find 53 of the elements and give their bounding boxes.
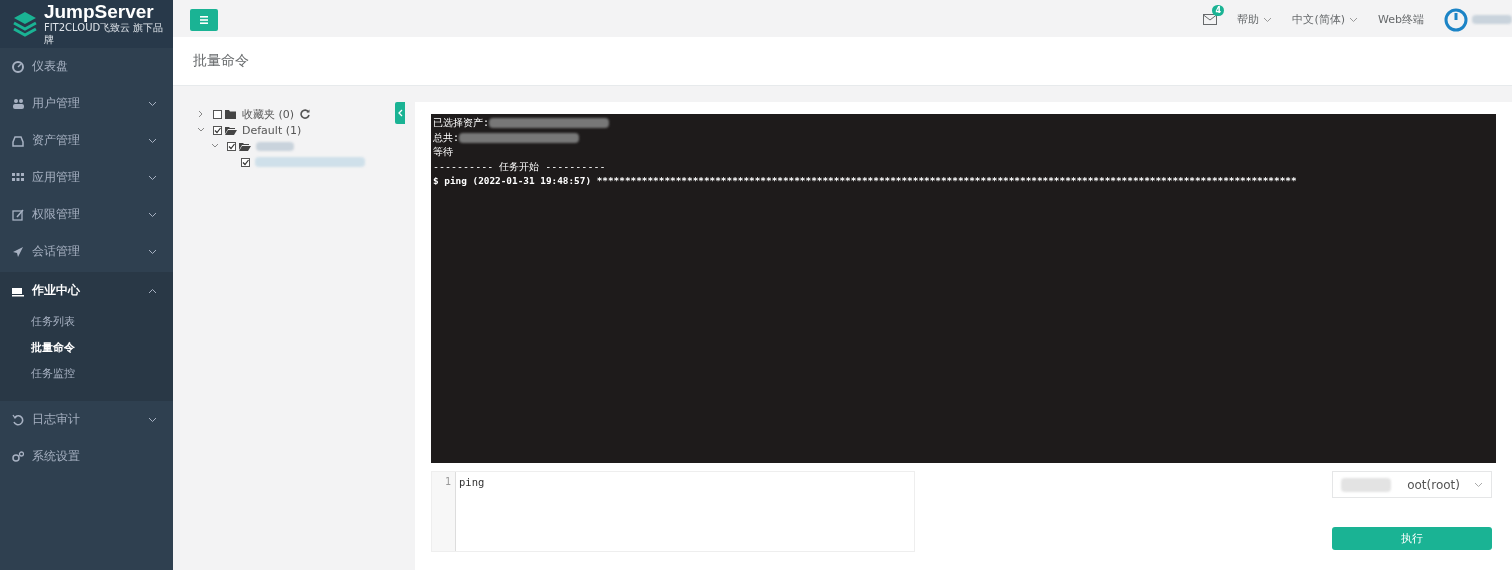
menu-item[interactable]: 用户管理 (0, 85, 173, 122)
chevron-left-icon (397, 109, 403, 117)
dashboard-icon (12, 60, 24, 73)
command-editor[interactable]: 1 ping (431, 471, 915, 552)
menu-item[interactable]: 系统设置 (0, 438, 173, 475)
terminal-line: ---------- 任务开始 ---------- (433, 159, 606, 174)
help-menu[interactable]: 帮助 (1237, 12, 1273, 27)
terminal-line: 等待 (433, 145, 453, 160)
checkbox[interactable] (227, 141, 236, 151)
page-title: 批量命令 (193, 52, 249, 70)
checkbox[interactable] (241, 157, 250, 167)
redacted-bar (256, 141, 294, 151)
tree-node[interactable]: Default (1) (242, 123, 302, 137)
submenu-item[interactable]: 任务监控 (0, 361, 75, 387)
edit-icon (12, 208, 24, 221)
tree-node[interactable]: 收藏夹 (0) (242, 106, 295, 122)
redacted-bar (1472, 15, 1512, 24)
menu-item[interactable]: 权限管理 (0, 196, 173, 233)
submenu-item[interactable]: 任务列表 (0, 309, 75, 335)
menu-item[interactable]: 资产管理 (0, 122, 173, 159)
chevron-down-icon (1263, 16, 1273, 23)
chevron-right-icon (197, 110, 205, 118)
logo-icon (12, 10, 38, 38)
chevron-down-icon (1349, 16, 1358, 23)
avatar-icon (1444, 7, 1468, 32)
terminal-line: $ ping (2022-01-31 19:48:57) **************************************************************************************************************************** (433, 174, 1297, 189)
menu-item[interactable]: 作业中心 (0, 272, 173, 309)
line-number: 1 (443, 476, 451, 487)
history-icon (12, 413, 24, 426)
menu-item[interactable]: 会话管理 (0, 233, 173, 270)
tray-icon (12, 134, 24, 147)
checkbox[interactable] (213, 109, 222, 119)
chevron-down-icon (1474, 481, 1483, 488)
submenu-item[interactable]: 批量命令 (0, 335, 75, 361)
checkbox[interactable] (213, 125, 222, 135)
terminal-line: 已选择资产: (433, 116, 490, 131)
run-as-select[interactable]: oot(root) (1332, 471, 1492, 498)
grid-icon (12, 171, 24, 184)
menu-icon (190, 8, 218, 31)
users-icon (12, 97, 24, 110)
gears-icon (12, 450, 24, 463)
menu-item[interactable]: 应用管理 (0, 159, 173, 196)
notification-badge: 4 (1212, 5, 1224, 16)
terminal-line: 总共: (433, 130, 460, 145)
language-menu[interactable]: 中文(简体) (1292, 12, 1358, 27)
web-terminal-link[interactable]: Web终端 (1378, 12, 1424, 27)
menu-item[interactable]: 仪表盘 (0, 48, 173, 85)
brand-tagline: FIT2CLOUD飞致云 旗下品牌 (43, 22, 165, 46)
code-line: ping (459, 476, 485, 488)
menu-item[interactable]: 日志审计 (0, 401, 173, 438)
mail-icon (1203, 14, 1218, 25)
collapse-handle[interactable] (395, 102, 405, 124)
brand-name: JumpServer (43, 2, 154, 22)
